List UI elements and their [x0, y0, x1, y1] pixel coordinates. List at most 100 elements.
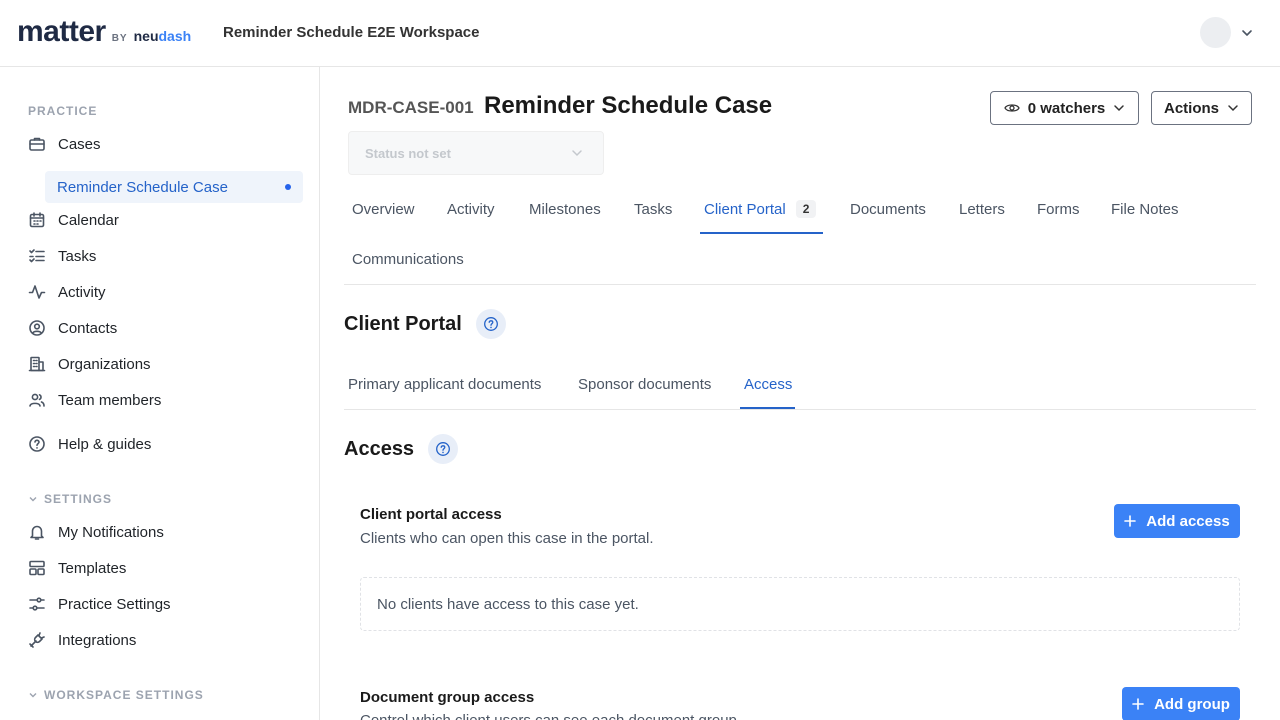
sidebar-item-label: Help & guides	[58, 435, 152, 453]
bell-icon	[30, 525, 44, 540]
chevron-down-icon	[29, 497, 37, 502]
tab-overview[interactable]: Overview	[352, 201, 415, 218]
sidebar-item-label: Practice Settings	[58, 595, 171, 613]
tab-client-portal[interactable]: Client Portal 2	[704, 200, 817, 218]
help-circle-icon	[29, 436, 45, 452]
chevron-down-icon	[1242, 29, 1252, 36]
tab-communications[interactable]: Communications	[352, 251, 464, 268]
button-label: Add group	[1154, 695, 1230, 713]
case-id: MDR-CASE-001	[348, 98, 474, 117]
sidebar-item-label: My Notifications	[58, 523, 164, 541]
sidebar-item-contacts[interactable]: Contacts	[28, 319, 117, 337]
tabs-divider	[344, 284, 1256, 285]
page-title: Reminder Schedule Case	[484, 92, 773, 119]
sidebar-item-label: Calendar	[58, 211, 119, 229]
sidebar-item-calendar[interactable]: Calendar	[28, 211, 119, 229]
tab-documents[interactable]: Documents	[850, 201, 926, 218]
activity-icon	[28, 285, 46, 299]
add-group-button[interactable]: Add group	[1122, 687, 1240, 720]
sidebar-item-label: Reminder Schedule Case	[57, 178, 228, 196]
tab-activity[interactable]: Activity	[447, 201, 495, 218]
app-logo[interactable]: matter BY neu dash	[17, 16, 191, 48]
sidebar-item-integrations[interactable]: Integrations	[28, 631, 136, 649]
actions-button[interactable]: Actions	[1151, 91, 1252, 125]
sidebar-item-cases[interactable]: Cases	[28, 135, 101, 153]
avatar[interactable]	[1200, 17, 1231, 48]
plus-icon	[1132, 698, 1144, 710]
top-bar: matter BY neu dash Reminder Schedule E2E …	[0, 0, 1280, 67]
section-label-settings[interactable]: SETTINGS	[28, 492, 112, 506]
status-select[interactable]: Status not set	[348, 131, 604, 175]
client-portal-access-title: Client portal access	[360, 506, 502, 523]
help-button[interactable]	[428, 434, 459, 464]
sidebar-item-help[interactable]: Help & guides	[28, 435, 151, 453]
sidebar-item-label: Team members	[58, 391, 162, 409]
tab-milestones[interactable]: Milestones	[529, 201, 601, 218]
client-portal-access-description: Clients who can open this case in the po…	[360, 530, 654, 547]
sidebar-item-my-notifications[interactable]: My Notifications	[28, 523, 164, 541]
users-icon	[29, 393, 45, 407]
sidebar-item-label: Activity	[58, 283, 106, 301]
logo-brand-neu: neu	[133, 28, 159, 44]
section-heading-text: Client Portal	[344, 312, 462, 335]
subtabs-divider	[344, 409, 1256, 410]
chevron-down-icon	[1228, 105, 1238, 112]
section-heading-client-portal: Client Portal	[344, 309, 506, 339]
sidebar-item-activity[interactable]: Activity	[28, 283, 106, 301]
tab-sponsor-documents[interactable]: Sponsor documents	[578, 376, 711, 393]
sidebar-item-label: Tasks	[58, 247, 97, 265]
section-label-text: WORKSPACE SETTINGS	[44, 688, 204, 702]
section-label-workspace-settings[interactable]: WORKSPACE SETTINGS	[28, 688, 204, 702]
section-label-text: SETTINGS	[44, 492, 113, 506]
briefcase-icon	[29, 137, 45, 151]
sidebar-item-practice-settings[interactable]: Practice Settings	[28, 595, 171, 613]
logo-brand-dash: dash	[158, 28, 192, 44]
add-access-button[interactable]: Add access	[1114, 504, 1240, 538]
button-label: Add access	[1146, 512, 1230, 530]
sidebar-item-templates[interactable]: Templates	[28, 559, 126, 577]
watchers-button[interactable]: 0 watchers	[990, 91, 1139, 125]
sliders-icon	[29, 597, 45, 611]
tab-tasks[interactable]: Tasks	[634, 201, 672, 218]
sidebar-item-label: Integrations	[58, 631, 137, 649]
section-label-practice: PRACTICE	[28, 104, 98, 118]
tab-label: Client Portal	[704, 200, 786, 218]
sidebar-item-label: Templates	[58, 559, 127, 577]
chevron-down-icon	[572, 150, 582, 157]
tab-file-notes[interactable]: File Notes	[1111, 201, 1179, 218]
logo-by: BY	[111, 33, 128, 44]
chevron-down-icon	[1114, 105, 1125, 112]
user-circle-icon	[29, 320, 45, 336]
user-menu[interactable]	[1200, 17, 1253, 48]
logo-text: matter	[17, 15, 106, 48]
active-tab-indicator	[700, 232, 823, 234]
chevron-down-icon	[29, 693, 37, 698]
help-button[interactable]	[475, 309, 506, 339]
help-circle-icon	[483, 317, 498, 331]
sidebar-item-label: Organizations	[58, 355, 151, 373]
calendar-icon	[29, 212, 45, 228]
section-heading-access: Access	[344, 434, 459, 464]
layout-icon	[29, 560, 45, 576]
status-placeholder: Status not set	[365, 145, 451, 161]
sidebar-item-team-members[interactable]: Team members	[28, 391, 161, 409]
tab-access[interactable]: Access	[744, 376, 792, 393]
checklist-icon	[29, 249, 45, 263]
tab-forms[interactable]: Forms	[1037, 201, 1080, 218]
document-group-access-title: Document group access	[360, 689, 535, 706]
eye-icon	[1003, 104, 1020, 112]
sidebar-item-active-case[interactable]: Reminder Schedule Case	[45, 171, 303, 203]
empty-state-text: No clients have access to this case yet.	[377, 595, 639, 613]
sidebar-item-organizations[interactable]: Organizations	[28, 355, 151, 373]
actions-label: Actions	[1163, 99, 1219, 117]
tab-letters[interactable]: Letters	[959, 201, 1005, 218]
workspace-name[interactable]: Reminder Schedule E2E Workspace	[223, 24, 480, 41]
watchers-label: 0 watchers	[1027, 99, 1106, 117]
sidebar-item-label: Cases	[58, 135, 101, 153]
count-badge: 2	[795, 200, 817, 218]
plug-icon	[29, 632, 45, 648]
tab-primary-applicant-documents[interactable]: Primary applicant documents	[348, 376, 541, 393]
sidebar: PRACTICE Cases Reminder Schedule Case Ca…	[0, 67, 320, 720]
active-indicator-dot	[285, 184, 291, 190]
sidebar-item-tasks[interactable]: Tasks	[28, 247, 96, 265]
